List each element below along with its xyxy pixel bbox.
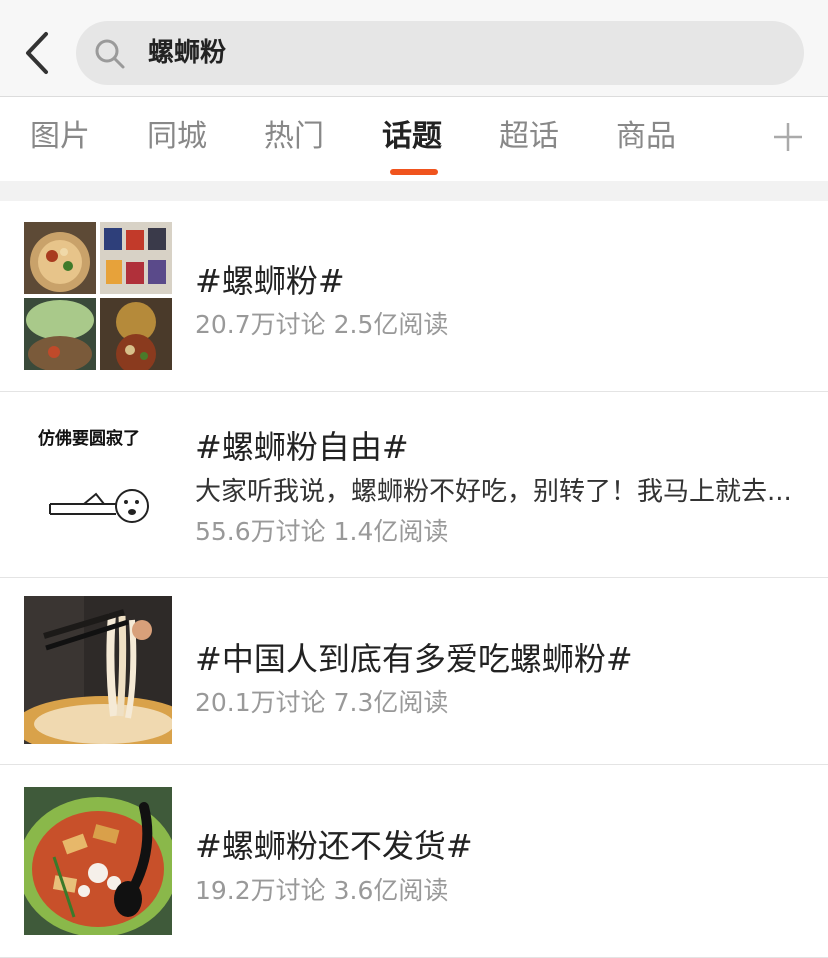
active-tab-indicator [390,169,438,175]
topic-row[interactable]: 仿佛要圆寂了 #螺蛳粉自由# 大家听我说，螺蛳粉不好吃，别转了！我马上就去...… [0,392,828,578]
thumb-cell [100,298,172,370]
tab-images[interactable]: 图片 [28,97,92,181]
noodle-soup-image [24,787,172,935]
tab-super-topics[interactable]: 超话 [497,97,561,181]
topic-title: #螺蛳粉# [195,262,345,300]
product-packs-image [100,222,172,294]
noodle-bowl-image [24,222,96,294]
tab-products[interactable]: 商品 [614,97,678,181]
topic-thumbnail [24,222,172,370]
topic-row[interactable]: #螺蛳粉还不发货# 19.2万讨论 3.6亿阅读 [0,765,828,958]
topic-stats: 19.2万讨论 3.6亿阅读 [195,876,449,905]
plus-icon[interactable] [770,119,806,155]
topic-stats: 20.7万讨论 2.5亿阅读 [195,310,449,339]
topic-row[interactable]: #中国人到底有多爱吃螺蛳粉# 20.1万讨论 7.3亿阅读 [0,578,828,765]
chevron-left-icon [26,32,48,74]
topic-row[interactable]: #螺蛳粉# 20.7万讨论 2.5亿阅读 [0,201,828,392]
thumb-cell [100,222,172,294]
topic-thumbnail [24,596,172,744]
meme-drawing-image [49,489,149,523]
topic-title: #螺蛳粉自由# [195,428,409,466]
tab-bar: 图片 同城 热门 话题 超话 商品 [0,97,828,181]
topic-title: #螺蛳粉还不发货# [195,827,473,865]
vegetable-bowl-image [24,298,96,370]
topic-stats: 20.1万讨论 7.3亿阅读 [195,688,449,717]
search-query: 螺蛳粉 [148,38,227,68]
thumb-cell [24,222,96,294]
meme-caption: 仿佛要圆寂了 [38,429,140,449]
search-input[interactable]: 螺蛳粉 [76,21,804,85]
topic-thumbnail [24,787,172,935]
back-button[interactable] [18,30,58,76]
topic-thumbnail: 仿佛要圆寂了 [24,412,172,560]
topic-title: #中国人到底有多爱吃螺蛳粉# [195,640,633,678]
topic-stats: 55.6万讨论 1.4亿阅读 [195,517,449,546]
top-bar: 螺蛳粉 [0,0,828,97]
tab-local[interactable]: 同城 [145,97,209,181]
spicy-bowl-image [100,298,172,370]
topic-description: 大家听我说，螺蛳粉不好吃，别转了！我马上就去... [195,477,792,507]
search-icon [95,39,125,69]
chopsticks-noodles-image [24,596,172,744]
tab-hot[interactable]: 热门 [262,97,326,181]
thumb-cell [24,298,96,370]
section-divider [0,181,828,201]
